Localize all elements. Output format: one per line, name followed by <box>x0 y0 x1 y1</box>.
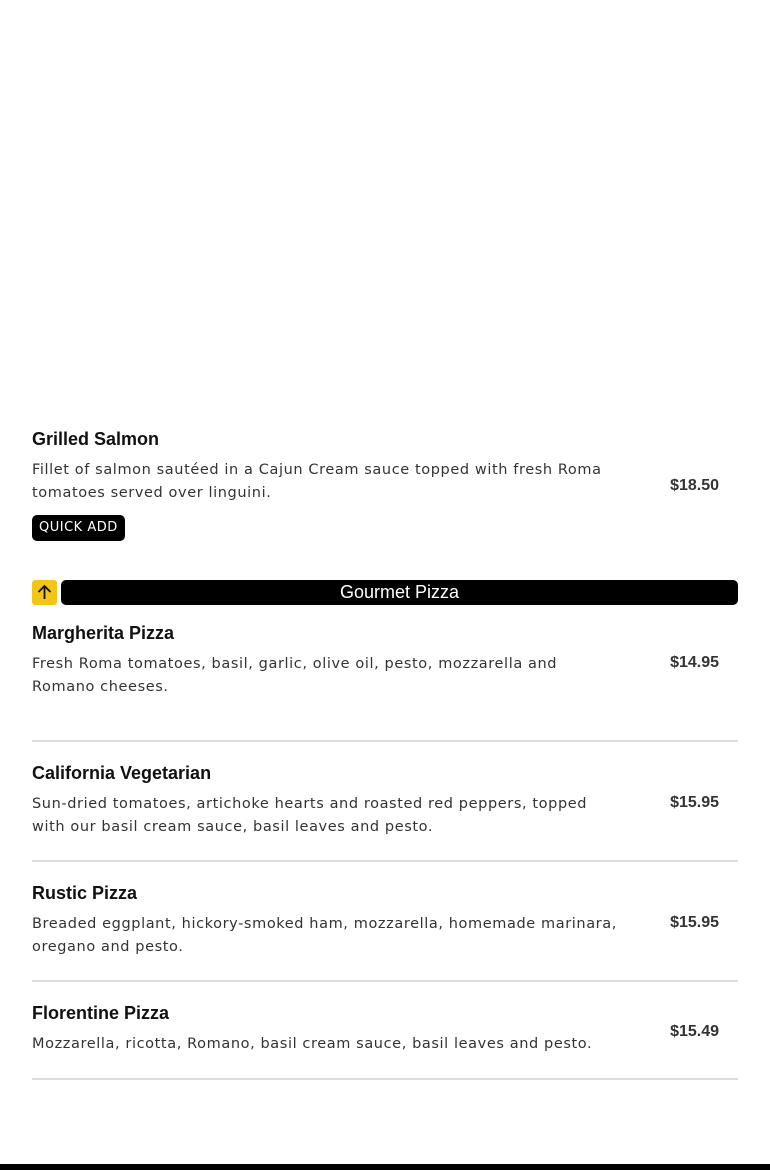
menu-item-grilled-salmon[interactable]: Grilled Salmon Fillet of salmon sautéed … <box>32 428 738 541</box>
item-description: Breaded eggplant, hickory-smoked ham, mo… <box>32 916 617 955</box>
item-price: $15.49 <box>670 1023 719 1040</box>
item-price: $14.95 <box>670 654 719 671</box>
menu-item[interactable]: Florentine Pizza Mozzarella, ricotta, Ro… <box>32 982 738 1080</box>
item-price: $15.95 <box>670 794 719 811</box>
scroll-to-top-button[interactable] <box>32 580 57 605</box>
item-name: California Vegetarian <box>32 763 212 783</box>
menu-item[interactable]: California Vegetarian Sun-dried tomatoes… <box>32 742 738 862</box>
item-name: Grilled Salmon <box>32 429 160 449</box>
arrow-up-icon <box>37 584 52 599</box>
item-description: Fillet of salmon sautéed in a Cajun Crea… <box>32 462 602 501</box>
quick-add-button[interactable]: QUICK ADD <box>32 515 125 541</box>
item-price: $15.95 <box>670 914 719 931</box>
item-name: Margherita Pizza <box>32 623 175 643</box>
category-title: Gourmet Pizza <box>61 580 738 605</box>
item-name: Florentine Pizza <box>32 1003 170 1023</box>
bottom-bar <box>0 1164 770 1170</box>
item-price: $18.50 <box>670 477 719 494</box>
item-description: Fresh Roma tomatoes, basil, garlic, oliv… <box>32 656 558 695</box>
item-description: Mozzarella, ricotta, Romano, basil cream… <box>32 1036 593 1052</box>
category-header: Gourmet Pizza <box>32 580 738 605</box>
item-description: Sun-dried tomatoes, artichoke hearts and… <box>32 796 588 835</box>
menu-item-list: Margherita Pizza Fresh Roma tomatoes, ba… <box>32 622 738 1080</box>
menu-page: Grilled Salmon Fillet of salmon sautéed … <box>0 0 770 1170</box>
menu-item[interactable]: Rustic Pizza Breaded eggplant, hickory-s… <box>32 862 738 982</box>
menu-item[interactable]: Margherita Pizza Fresh Roma tomatoes, ba… <box>32 622 738 742</box>
item-name: Rustic Pizza <box>32 883 138 903</box>
